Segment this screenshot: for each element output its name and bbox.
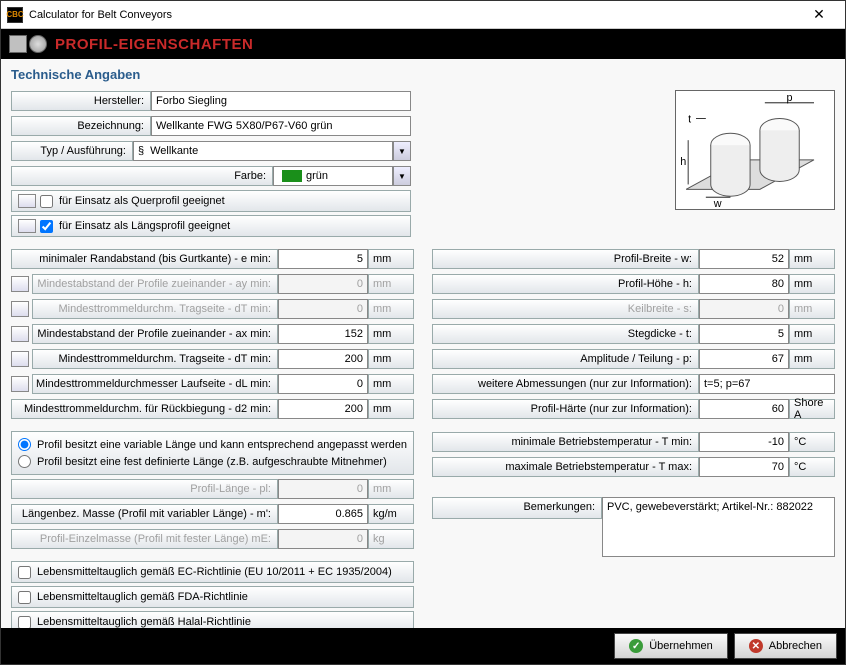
header-bar: PROFIL-EIGENSCHAFTEN (1, 29, 845, 59)
in-aymin (278, 274, 368, 294)
label-farbe: Farbe: (11, 166, 273, 186)
lbl-aymin: Mindestabstand der Profile zueinander - … (32, 274, 278, 294)
svg-text:t: t (688, 113, 691, 125)
app-icon: CBC (7, 7, 23, 23)
cancel-button[interactable]: ✕Abbrechen (734, 633, 837, 659)
lbl-haerte: Profil-Härte (nur zur Information): (432, 399, 699, 419)
label-typ: Typ / Ausführung: (11, 141, 133, 161)
check-fda[interactable]: Lebensmitteltauglich gemäß FDA-Richtlini… (11, 586, 414, 608)
apply-button[interactable]: ✓Übernehmen (614, 633, 728, 659)
profile-icon (11, 276, 29, 292)
lbl-pl: Profil-Länge - pl: (11, 479, 278, 499)
in-dt2[interactable] (278, 349, 368, 369)
radio-variable[interactable]: Profil besitzt eine variable Länge und k… (18, 436, 407, 453)
svg-text:h: h (680, 156, 686, 168)
in-axmin[interactable] (278, 324, 368, 344)
check-icon: ✓ (629, 639, 643, 653)
in-mfix (278, 529, 368, 549)
main-content: Technische Angaben p t h w (1, 59, 845, 628)
u-dt1: mm (368, 299, 414, 319)
u-dl: mm (368, 374, 414, 394)
toolbar-icon-1[interactable] (9, 35, 27, 53)
lbl-d2: Mindesttrommeldurchm. für Rückbiegung - … (11, 399, 278, 419)
u-mvar: kg/m (368, 504, 414, 524)
checkbox-laengs[interactable] (40, 220, 53, 233)
chevron-down-icon[interactable]: ▼ (393, 166, 411, 186)
lbl-axmin: Mindestabstand der Profile zueinander - … (32, 324, 278, 344)
lbl-keil: Keilbreite - s: (432, 299, 699, 319)
lbl-bemerk: Bemerkungen: (432, 497, 602, 519)
in-steg[interactable] (699, 324, 789, 344)
check-querprofil[interactable]: für Einsatz als Querprofil geeignet (11, 190, 411, 212)
in-abm[interactable] (699, 374, 835, 394)
section-title: Technische Angaben (11, 67, 835, 82)
svg-text:w: w (713, 198, 722, 209)
x-icon: ✕ (749, 639, 763, 653)
input-hersteller[interactable] (151, 91, 411, 111)
in-ampl[interactable] (699, 349, 789, 369)
panel-title: PROFIL-EIGENSCHAFTEN (55, 36, 253, 53)
u-mfix: kg (368, 529, 414, 549)
dropdown-typ[interactable]: §Wellkante (133, 141, 393, 161)
gear-icon[interactable] (29, 35, 47, 53)
input-bezeichnung[interactable] (151, 116, 411, 136)
lbl-dt2: Mindesttrommeldurchm. Tragseite - dT min… (32, 349, 278, 369)
profile-icon (18, 194, 36, 208)
in-dt1 (278, 299, 368, 319)
color-swatch (282, 170, 302, 182)
u-pl: mm (368, 479, 414, 499)
in-emin[interactable] (278, 249, 368, 269)
profile-icon (11, 326, 29, 342)
profile-diagram: p t h w (675, 90, 835, 210)
in-breite[interactable] (699, 249, 789, 269)
label-bezeichnung: Bezeichnung: (11, 116, 151, 136)
profile-icon (11, 376, 29, 392)
lbl-ampl: Amplitude / Teilung - p: (432, 349, 699, 369)
in-pl (278, 479, 368, 499)
lbl-mfix: Profil-Einzelmasse (Profil mit fester Lä… (11, 529, 278, 549)
in-mvar[interactable] (278, 504, 368, 524)
lbl-mvar: Längenbez. Masse (Profil mit variabler L… (11, 504, 278, 524)
check-laengsprofil[interactable]: für Einsatz als Längsprofil geeignet (11, 215, 411, 237)
lbl-hoehe: Profil-Höhe - h: (432, 274, 699, 294)
check-halal[interactable]: Lebensmitteltauglich gemäß Halal-Richtli… (11, 611, 414, 628)
check-ec[interactable]: Lebensmitteltauglich gemäß EC-Richtlinie… (11, 561, 414, 583)
profile-icon (11, 301, 29, 317)
in-tmin[interactable] (699, 432, 789, 452)
lbl-dl: Mindesttrommeldurchmesser Laufseite - dL… (32, 374, 278, 394)
lbl-breite: Profil-Breite - w: (432, 249, 699, 269)
in-dl[interactable] (278, 374, 368, 394)
dropdown-farbe[interactable]: grün (273, 166, 393, 186)
lbl-emin: minimaler Randabstand (bis Gurtkante) - … (11, 249, 278, 269)
profile-icon (18, 219, 36, 233)
window-title: Calculator for Belt Conveyors (29, 9, 799, 21)
in-haerte[interactable] (699, 399, 789, 419)
u-aymin: mm (368, 274, 414, 294)
in-hoehe[interactable] (699, 274, 789, 294)
in-d2[interactable] (278, 399, 368, 419)
chevron-down-icon[interactable]: ▼ (393, 141, 411, 161)
profile-icon (11, 351, 29, 367)
lbl-tmax: maximale Betriebstemperatur - T max: (432, 457, 699, 477)
svg-text:p: p (786, 92, 792, 104)
u-emin: mm (368, 249, 414, 269)
lbl-steg: Stegdicke - t: (432, 324, 699, 344)
label-hersteller: Hersteller: (11, 91, 151, 111)
length-mode-group: Profil besitzt eine variable Länge und k… (11, 431, 414, 475)
titlebar: CBC Calculator for Belt Conveyors ✕ (1, 1, 845, 29)
lbl-abm: weitere Abmessungen (nur zur Information… (432, 374, 699, 394)
close-icon[interactable]: ✕ (799, 3, 839, 27)
in-keil (699, 299, 789, 319)
in-tmax[interactable] (699, 457, 789, 477)
u-dt2: mm (368, 349, 414, 369)
u-d2: mm (368, 399, 414, 419)
lbl-tmin: minimale Betriebstemperatur - T min: (432, 432, 699, 452)
textarea-bemerk[interactable] (602, 497, 835, 557)
u-axmin: mm (368, 324, 414, 344)
lbl-dt1: Mindesttrommeldurchm. Tragseite - dT min… (32, 299, 278, 319)
radio-fixed[interactable]: Profil besitzt eine fest definierte Läng… (18, 453, 407, 470)
footer-bar: ✓Übernehmen ✕Abbrechen (1, 628, 845, 664)
checkbox-quer[interactable] (40, 195, 53, 208)
